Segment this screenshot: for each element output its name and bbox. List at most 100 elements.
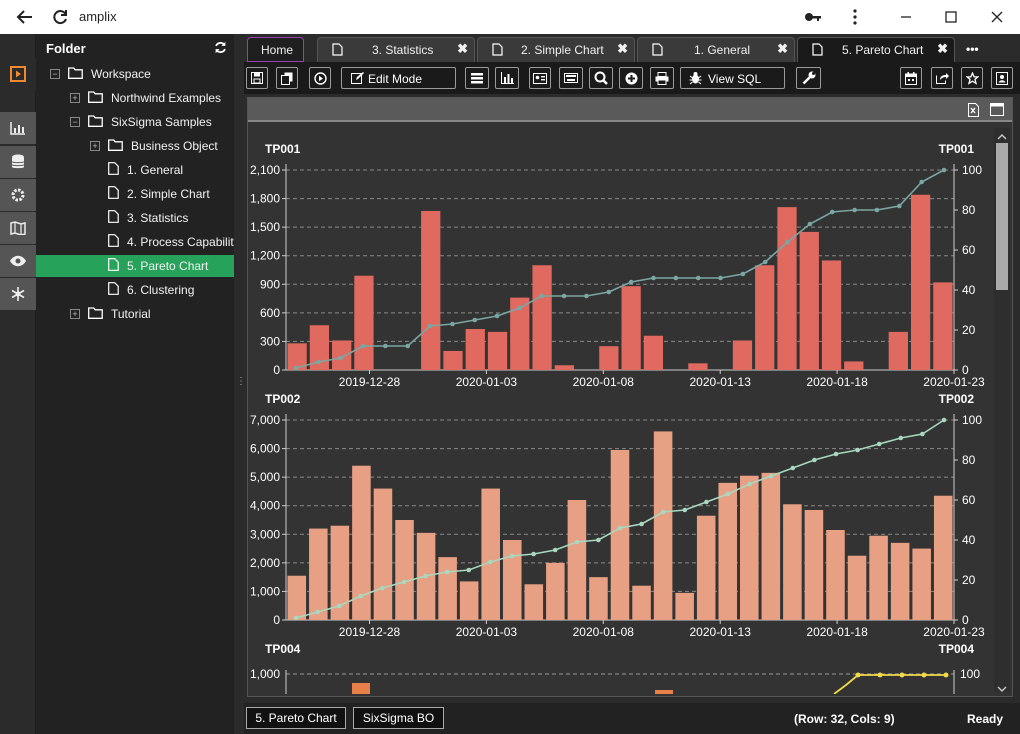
back-arrow-icon[interactable] bbox=[10, 0, 40, 34]
tree-item-label: Workspace bbox=[91, 67, 151, 81]
bar bbox=[688, 363, 708, 370]
snowflake-icon[interactable] bbox=[0, 278, 36, 310]
excel-export-icon[interactable] bbox=[968, 103, 979, 122]
tree-item[interactable]: − SixSigma Samples bbox=[36, 111, 234, 133]
tree-item[interactable]: 5. Pareto Chart bbox=[36, 255, 234, 277]
folder-panel: Folder − Workspace + Northwind Examples − Six… bbox=[36, 34, 240, 734]
collapse-icon[interactable]: − bbox=[50, 69, 60, 79]
minimize-icon[interactable] bbox=[892, 0, 920, 34]
bar bbox=[933, 282, 953, 370]
tab-label: Home bbox=[261, 43, 294, 57]
maximize-panel-icon[interactable] bbox=[990, 103, 1004, 121]
chart-title-right: TP004 bbox=[939, 642, 975, 656]
tree-item-label: 4. Process Capability bbox=[127, 235, 240, 249]
cumulative-line bbox=[833, 674, 946, 694]
tab-bar: Home 3. Statistics ✖ 2. Simple Chart ✖ 1… bbox=[244, 34, 1020, 62]
scroll-up-icon[interactable] bbox=[997, 128, 1007, 146]
tree-item[interactable]: 6. Clustering bbox=[36, 279, 234, 301]
tab-close-icon[interactable]: ✖ bbox=[617, 41, 628, 57]
bug-icon bbox=[689, 71, 702, 88]
tab-close-icon[interactable]: ✖ bbox=[777, 41, 788, 57]
status-tab-sixsigma-bo[interactable]: SixSigma BO bbox=[353, 707, 444, 729]
chart-title-right: TP001 bbox=[939, 142, 975, 156]
table-icon[interactable] bbox=[465, 67, 489, 89]
bar bbox=[599, 346, 619, 370]
add-icon[interactable] bbox=[619, 67, 643, 89]
y-tick-label: 1,200 bbox=[250, 249, 280, 263]
edit-icon bbox=[351, 72, 364, 88]
tree-item[interactable]: 2. Simple Chart bbox=[36, 183, 234, 205]
collapse-icon[interactable]: − bbox=[70, 117, 80, 127]
tab-close-icon[interactable]: ✖ bbox=[937, 41, 948, 57]
copy-icon[interactable] bbox=[276, 67, 298, 89]
bar bbox=[643, 335, 664, 370]
tree-item[interactable]: 1. General bbox=[36, 159, 234, 181]
tabs-more-icon[interactable]: ••• bbox=[966, 42, 979, 56]
tree-item[interactable]: + Northwind Examples bbox=[36, 87, 234, 109]
bar bbox=[740, 475, 759, 620]
bar bbox=[354, 275, 374, 370]
scrollbar-thumb[interactable] bbox=[996, 143, 1008, 290]
edit-mode-button[interactable]: Edit Mode bbox=[341, 67, 456, 89]
key-icon[interactable] bbox=[800, 0, 826, 34]
expand-icon[interactable]: + bbox=[70, 309, 80, 319]
wrench-icon[interactable] bbox=[796, 67, 821, 89]
cumulative-point bbox=[695, 275, 701, 281]
contact-icon[interactable] bbox=[991, 67, 1013, 89]
y-tick-label: 1,000 bbox=[250, 584, 280, 598]
vertical-scrollbar[interactable] bbox=[994, 128, 1010, 692]
tree-item[interactable]: 3. Statistics bbox=[36, 207, 234, 229]
tab-simple-chart[interactable]: 2. Simple Chart ✖ bbox=[477, 37, 635, 62]
expand-icon[interactable]: + bbox=[90, 141, 100, 151]
x-tick-label: 2020-01-13 bbox=[690, 625, 752, 639]
tab-statistics[interactable]: 3. Statistics ✖ bbox=[317, 37, 475, 62]
map-icon[interactable] bbox=[0, 212, 36, 244]
y-tick-label: 0 bbox=[273, 613, 280, 627]
maximize-icon[interactable] bbox=[937, 0, 965, 34]
chart-title-left: TP002 bbox=[265, 392, 301, 406]
tab-general[interactable]: 1. General ✖ bbox=[637, 37, 795, 62]
tab-home[interactable]: Home bbox=[247, 37, 304, 62]
tree-item-label: Business Object bbox=[131, 139, 218, 153]
tree-item[interactable]: − Workspace bbox=[36, 63, 234, 85]
tree-item[interactable]: + Tutorial bbox=[36, 303, 234, 325]
id-card-icon[interactable] bbox=[529, 67, 551, 89]
bar-chart-icon[interactable] bbox=[495, 67, 519, 89]
share-icon[interactable] bbox=[931, 67, 953, 89]
eye-icon[interactable] bbox=[0, 245, 36, 277]
keyboard-icon[interactable] bbox=[559, 67, 583, 89]
cumulative-point bbox=[829, 209, 835, 215]
y-tick-label: 2,000 bbox=[250, 556, 280, 570]
expand-icon[interactable]: + bbox=[70, 93, 80, 103]
refresh-icon[interactable] bbox=[46, 0, 74, 34]
gear-icon[interactable] bbox=[0, 179, 36, 211]
tree-item[interactable]: + Business Object bbox=[36, 135, 234, 157]
edit-mode-label: Edit Mode bbox=[368, 72, 423, 86]
search-data-icon[interactable] bbox=[589, 67, 613, 89]
x-tick-label: 2020-01-13 bbox=[690, 375, 752, 389]
tree-item[interactable]: 4. Process Capability bbox=[36, 231, 240, 253]
view-sql-button[interactable]: View SQL bbox=[680, 67, 785, 89]
tab-pareto-chart[interactable]: 5. Pareto Chart ✖ bbox=[797, 37, 955, 62]
chart-icon[interactable] bbox=[0, 112, 36, 144]
run-icon[interactable] bbox=[309, 67, 331, 89]
tab-close-icon[interactable]: ✖ bbox=[457, 41, 468, 57]
save-icon[interactable] bbox=[246, 67, 268, 89]
close-window-icon[interactable] bbox=[983, 0, 1011, 34]
more-vertical-icon[interactable] bbox=[842, 0, 868, 34]
x-tick-label: 2020-01-03 bbox=[456, 625, 518, 639]
cumulative-point bbox=[509, 553, 515, 559]
print-icon[interactable] bbox=[650, 67, 674, 89]
database-icon[interactable] bbox=[0, 146, 36, 178]
folder-refresh-icon[interactable] bbox=[214, 41, 227, 57]
bar bbox=[395, 520, 414, 620]
cumulative-point bbox=[898, 435, 904, 441]
bar bbox=[332, 340, 352, 370]
panel-splitter[interactable]: ⋮ bbox=[234, 34, 246, 734]
star-icon[interactable] bbox=[961, 67, 983, 89]
play-panel-icon[interactable] bbox=[0, 58, 36, 90]
calendar-icon[interactable] bbox=[900, 67, 922, 89]
scroll-down-icon[interactable] bbox=[997, 680, 1007, 698]
status-tab-pareto-chart[interactable]: 5. Pareto Chart bbox=[246, 707, 346, 729]
bar bbox=[438, 557, 457, 620]
